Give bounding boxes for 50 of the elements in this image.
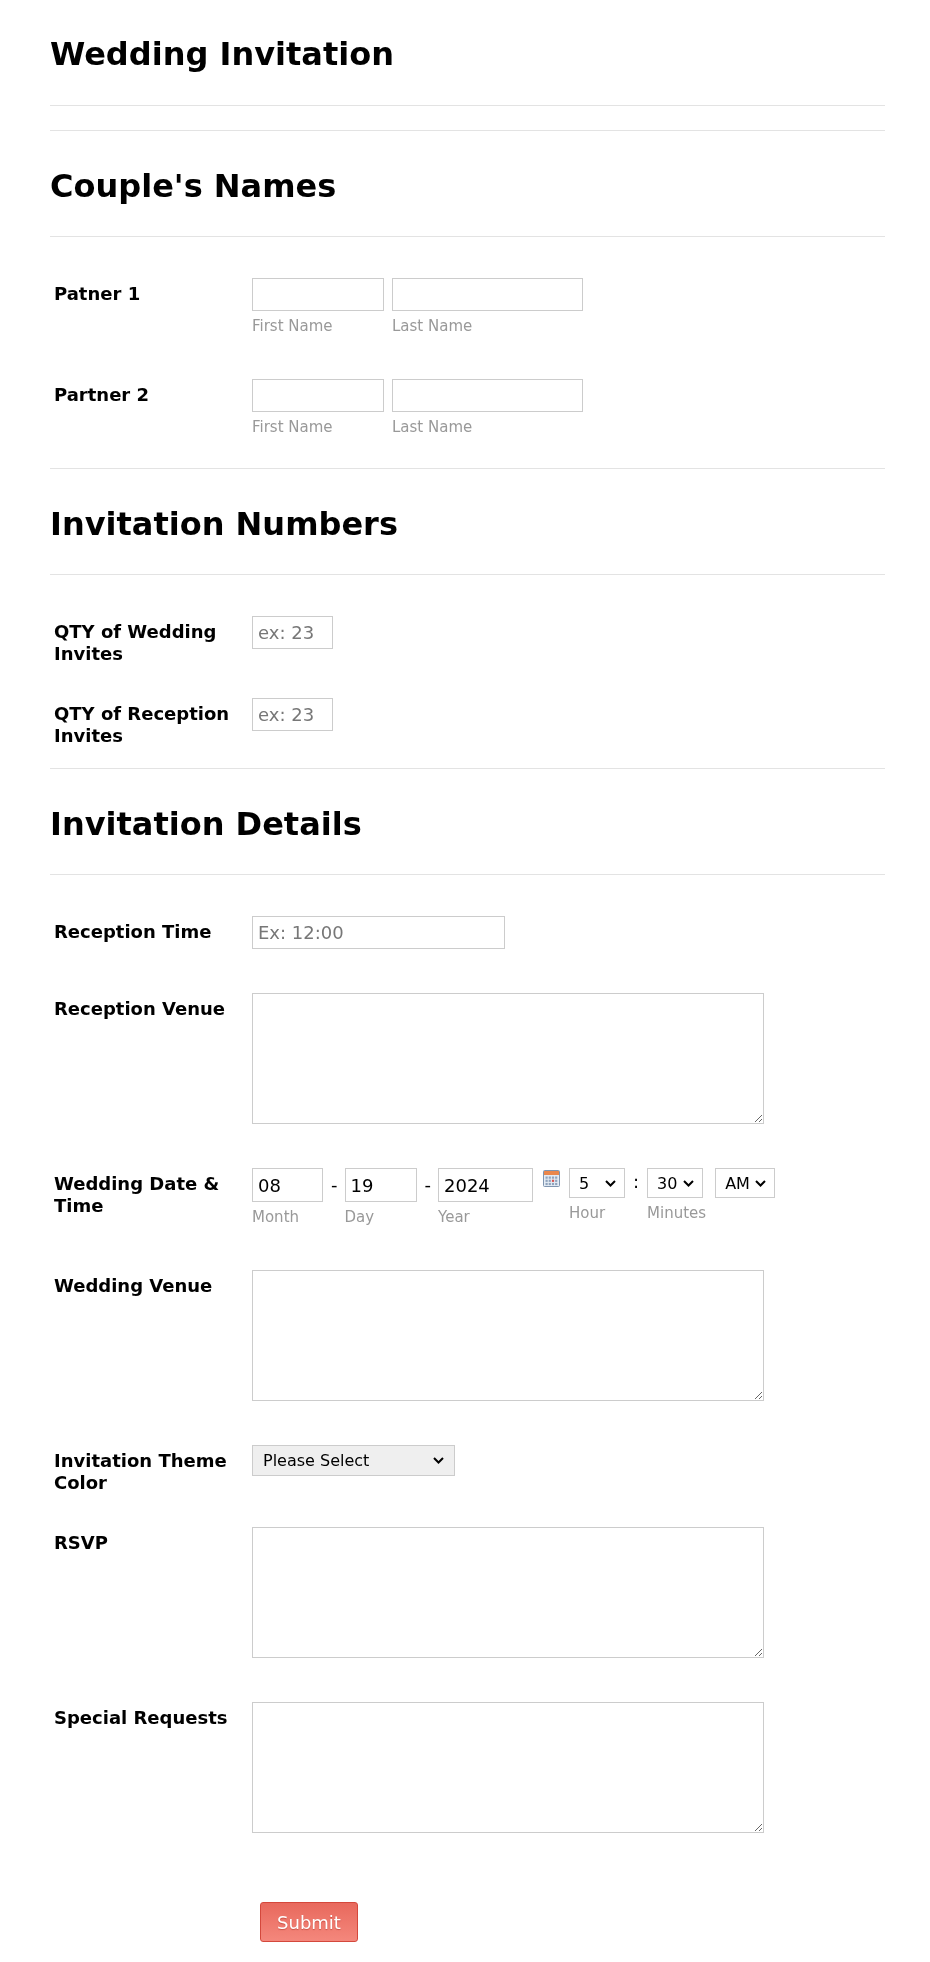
name-input[interactable] bbox=[252, 278, 384, 311]
chevron-down-icon bbox=[433, 1457, 444, 1464]
text-area[interactable] bbox=[252, 993, 764, 1124]
name-input[interactable] bbox=[392, 379, 583, 412]
number-input[interactable]: ex: 23 bbox=[252, 616, 333, 649]
time-select[interactable]: AM bbox=[715, 1168, 776, 1198]
number-input[interactable]: ex: 23 bbox=[252, 698, 333, 731]
time-select[interactable]: 5 bbox=[569, 1168, 625, 1198]
field-sublabel: Day bbox=[344, 1209, 375, 1226]
field-sublabel: Minutes bbox=[647, 1205, 707, 1222]
chevron-down-icon bbox=[605, 1179, 616, 1187]
field-sublabel: Last Name bbox=[392, 318, 473, 335]
field-label: Invitation Theme Color bbox=[54, 1450, 228, 1494]
chevron-down-icon bbox=[755, 1179, 767, 1187]
field-sublabel: Last Name bbox=[392, 419, 473, 436]
field-sublabel: Month bbox=[252, 1209, 299, 1226]
date-separator: - bbox=[331, 1174, 338, 1196]
text-area[interactable] bbox=[252, 1527, 764, 1658]
field-label: RSVP bbox=[54, 1532, 108, 1554]
field-sublabel: Hour bbox=[569, 1205, 606, 1222]
text-area[interactable] bbox=[252, 1702, 764, 1833]
field-label: QTY of Reception Invites bbox=[54, 703, 231, 747]
dropdown-select[interactable]: Please Select bbox=[252, 1445, 455, 1476]
date-input[interactable]: 19 bbox=[344, 1168, 417, 1202]
field-label: Patner 1 bbox=[54, 283, 141, 305]
text-area[interactable] bbox=[252, 1270, 764, 1401]
name-input[interactable] bbox=[252, 379, 384, 412]
calendar-icon[interactable] bbox=[543, 1170, 560, 1187]
chevron-down-icon bbox=[683, 1179, 695, 1187]
field-label: Wedding Date & Time bbox=[54, 1173, 221, 1217]
name-input[interactable] bbox=[392, 278, 583, 311]
date-input[interactable]: 2024 bbox=[438, 1168, 533, 1202]
field-label: QTY of Wedding Invites bbox=[54, 621, 218, 665]
date-input[interactable]: 08 bbox=[252, 1168, 323, 1202]
section-heading: Couple's Names bbox=[50, 167, 337, 205]
field-label: Reception Venue bbox=[54, 998, 226, 1020]
form-title: Wedding Invitation bbox=[50, 35, 394, 73]
date-separator: - bbox=[424, 1174, 431, 1196]
field-label: Partner 2 bbox=[54, 384, 150, 406]
field-label: Special Requests bbox=[54, 1707, 228, 1729]
field-sublabel: First Name bbox=[252, 419, 333, 436]
field-label: Reception Time bbox=[54, 921, 212, 943]
field-sublabel: First Name bbox=[252, 318, 333, 335]
time-select[interactable]: 30 bbox=[647, 1168, 704, 1198]
section-heading: Invitation Numbers bbox=[50, 505, 398, 543]
field-label: Wedding Venue bbox=[54, 1275, 213, 1297]
field-sublabel: Year bbox=[438, 1209, 470, 1226]
time-separator: : bbox=[633, 1171, 640, 1193]
text-input[interactable]: Ex: 12:00 bbox=[252, 916, 505, 949]
section-heading: Invitation Details bbox=[50, 805, 362, 843]
